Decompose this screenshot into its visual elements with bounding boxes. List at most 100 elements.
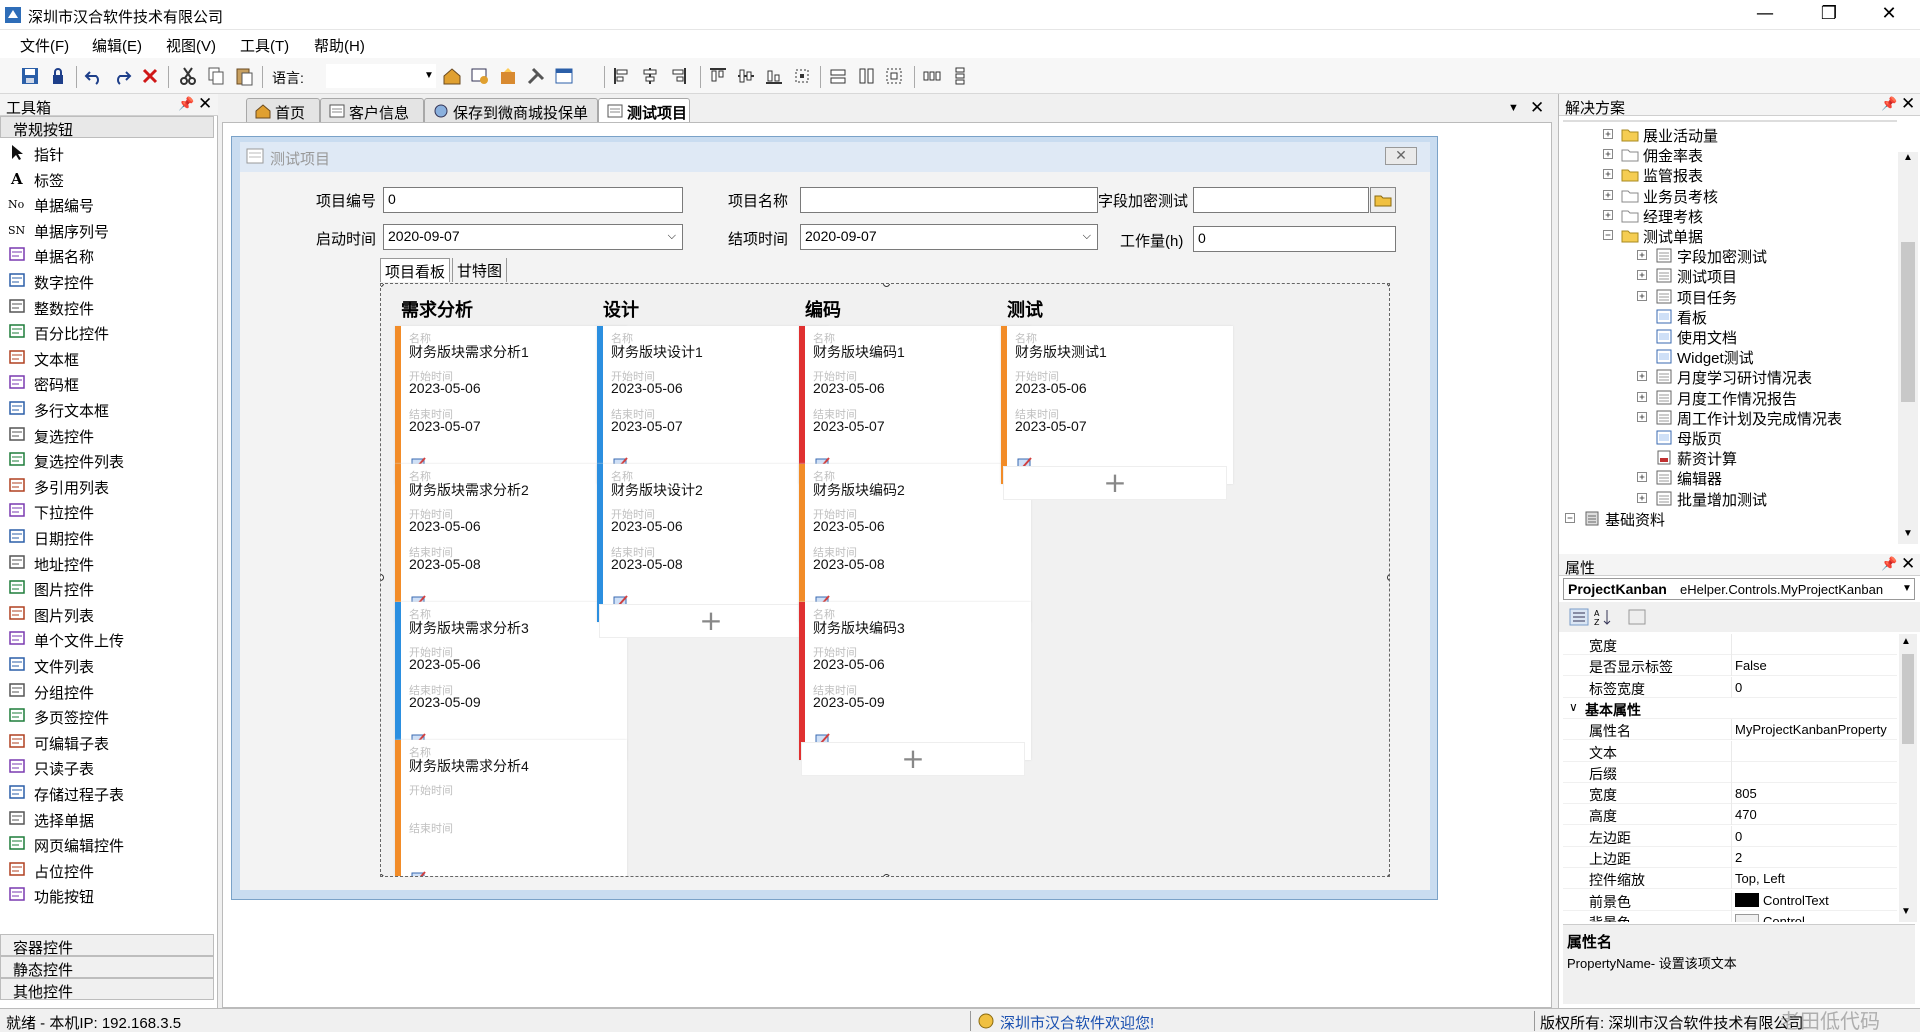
toolbox-item[interactable]: 复选控件列表	[0, 447, 214, 472]
resize-handle[interactable]	[883, 284, 890, 287]
toolbox-item[interactable]: 单据名称	[0, 242, 214, 267]
kanban-card[interactable]: 名称 财务版块需求分析3 开始时间 2023-05-06 结束时间 2023-05-09	[395, 602, 627, 760]
edit-icon[interactable]	[411, 870, 427, 877]
toolbox-item[interactable]: 网页编辑控件	[0, 831, 214, 856]
toolbox-item[interactable]: 功能按钮	[0, 882, 214, 907]
tree-node[interactable]: 周工作计划及完成情况表	[1559, 407, 1897, 428]
collapse-icon[interactable]	[1603, 230, 1613, 240]
tree-node[interactable]: 月度学习研讨情况表	[1559, 366, 1897, 387]
add-card-button[interactable]: +	[801, 742, 1025, 776]
collapse-icon[interactable]: ∨	[1569, 700, 1578, 714]
restore-button[interactable]: ❐	[1806, 0, 1852, 30]
toolbox-item[interactable]: 指针	[0, 140, 214, 165]
save-icon[interactable]	[20, 66, 40, 86]
kanban-card[interactable]: 名称 财务版块需求分析4 开始时间 结束时间	[395, 740, 627, 877]
tab-project-board[interactable]: 项目看板	[380, 258, 451, 282]
toolbox-item[interactable]: 可编辑子表	[0, 729, 214, 754]
toolbox-item[interactable]: 密码框	[0, 370, 214, 395]
resize-handle[interactable]	[381, 284, 384, 287]
close-icon[interactable]: ✕	[1901, 94, 1915, 114]
tree-node[interactable]: 监管报表	[1559, 164, 1897, 185]
tree-node[interactable]: 项目任务	[1559, 286, 1897, 307]
solution-scrollbar[interactable]: ▲ ▼	[1898, 152, 1918, 544]
tree-node[interactable]: 佣金率表	[1559, 144, 1897, 165]
grid-size-icon[interactable]	[884, 66, 904, 86]
tab-test-project[interactable]: 测试项目	[598, 98, 690, 122]
same-size-icon[interactable]	[792, 66, 812, 86]
tree-node[interactable]: 业务员考核	[1559, 185, 1897, 206]
resize-handle[interactable]	[381, 574, 384, 581]
chevron-down-icon[interactable]: ▼	[424, 70, 434, 81]
paste-icon[interactable]	[234, 66, 254, 86]
add-card-button[interactable]: +	[599, 604, 823, 638]
preview-icon[interactable]	[470, 66, 490, 86]
tab-save-to-mall[interactable]: 保存到微商城投保单	[424, 98, 598, 122]
menu-view[interactable]: 视图(V)	[166, 35, 216, 56]
horizontal-spacing-icon[interactable]	[922, 66, 942, 86]
expand-icon[interactable]	[1637, 290, 1647, 301]
expand-icon[interactable]	[1603, 129, 1613, 139]
resize-handle[interactable]	[1387, 284, 1389, 287]
expand-icon[interactable]	[1637, 391, 1647, 402]
toolbox-item[interactable]: 地址控件	[0, 550, 214, 575]
toolbox-item[interactable]: 文件列表	[0, 652, 214, 677]
toolbox-item[interactable]: 百分比控件	[0, 319, 214, 344]
toolbox-item[interactable]: 多行文本框	[0, 396, 214, 421]
close-icon[interactable]: ✕	[198, 94, 212, 114]
tab-customer-info[interactable]: 客户信息	[320, 98, 424, 122]
toolbox-item[interactable]: 图片列表	[0, 601, 214, 626]
property-row[interactable]: 控件缩放 Top, Left	[1563, 868, 1897, 890]
toolbox-item[interactable]: 多引用列表	[0, 473, 214, 498]
chevron-up-icon[interactable]: ▲	[1900, 152, 1916, 166]
tree-node[interactable]: 字段加密测试	[1559, 245, 1897, 266]
toolbox-item[interactable]: SN 单据序列号	[0, 217, 214, 242]
align-bottom-icon[interactable]	[764, 66, 784, 86]
expand-icon[interactable]	[1637, 250, 1647, 261]
chevron-down-icon[interactable]: ⌵	[668, 230, 676, 243]
kanban-card[interactable]: 名称 财务版块编码3 开始时间 2023-05-06 结束时间 2023-05-09	[799, 602, 1031, 760]
object-selector[interactable]: ProjectKanban eHelper.Controls.MyProject…	[1563, 578, 1915, 600]
toolbox-item[interactable]: No 单据编号	[0, 191, 214, 216]
chevron-down-icon[interactable]: ▼	[1900, 528, 1916, 542]
tree-node[interactable]: 编辑器	[1559, 467, 1897, 488]
tree-node[interactable]: 测试项目	[1559, 265, 1897, 286]
close-window-button[interactable]: ✕	[1866, 0, 1912, 30]
property-row[interactable]: 宽度 805	[1563, 783, 1897, 805]
chevron-down-icon[interactable]: ⌵	[1083, 230, 1091, 243]
toolbox-item[interactable]: 整数控件	[0, 294, 214, 319]
tree-node[interactable]: Widget测试	[1559, 346, 1897, 367]
form-close-button[interactable]: ✕	[1385, 147, 1417, 165]
redo-icon[interactable]	[112, 66, 132, 86]
resize-handle[interactable]	[883, 874, 890, 876]
toolbox-item[interactable]: 分组控件	[0, 678, 214, 703]
window-icon[interactable]	[554, 66, 574, 86]
browse-folder-icon[interactable]	[1370, 187, 1396, 213]
project-name-input[interactable]	[800, 187, 1098, 213]
resize-handle[interactable]	[1387, 874, 1389, 876]
kanban-card[interactable]: 名称 财务版块设计1 开始时间 2023-05-06 结束时间 2023-05-07	[597, 326, 829, 484]
close-icon[interactable]: ✕	[1901, 554, 1915, 574]
workload-input[interactable]: 0	[1193, 226, 1396, 252]
expand-icon[interactable]	[1603, 189, 1613, 200]
property-row[interactable]: 前景色 ControlText	[1563, 889, 1897, 911]
minimize-button[interactable]: —	[1742, 0, 1788, 30]
menu-help[interactable]: 帮助(H)	[314, 35, 365, 56]
categorized-icon[interactable]	[1569, 608, 1589, 626]
toolbox-group-static[interactable]: 静态控件	[0, 956, 214, 979]
align-center-icon[interactable]	[640, 66, 660, 86]
resize-handle[interactable]	[1387, 574, 1389, 581]
toolbox-item[interactable]: 下拉控件	[0, 498, 214, 523]
property-row[interactable]: 高度 470	[1563, 804, 1897, 826]
menu-file[interactable]: 文件(F)	[20, 35, 69, 56]
align-middle-icon[interactable]	[736, 66, 756, 86]
toolbox-group-container[interactable]: 容器控件	[0, 934, 214, 957]
property-scrollbar[interactable]: ▲ ▼	[1899, 634, 1917, 922]
property-row[interactable]: 标签宽度 0	[1563, 676, 1897, 698]
pin-icon[interactable]: 📌	[1881, 556, 1897, 572]
toolbox-item[interactable]: 复选控件	[0, 422, 214, 447]
toolbox-item[interactable]: 多页签控件	[0, 703, 214, 728]
toolbox-item[interactable]: 日期控件	[0, 524, 214, 549]
toolbox-item[interactable]: 数字控件	[0, 268, 214, 293]
tree-node[interactable]: 经理考核	[1559, 205, 1897, 226]
property-row[interactable]: 上边距 2	[1563, 847, 1897, 868]
